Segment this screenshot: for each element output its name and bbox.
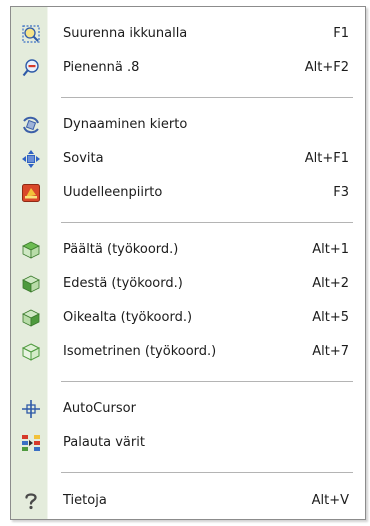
menu-item-shortcut: Alt+7 [312, 343, 349, 359]
help-icon [21, 491, 41, 511]
menu-item-shortcut: Alt+1 [312, 241, 349, 257]
menu-item-dynamic-rotate[interactable]: Dynaaminen kierto [11, 107, 365, 141]
menu-item-fit[interactable]: Sovita Alt+F1 [11, 141, 365, 175]
menu-item-label: Oikealta (työkoord.) [63, 309, 193, 325]
menu-item-redraw[interactable]: Uudelleenpiirto F3 [11, 175, 365, 209]
menu-item-label: AutoCursor [63, 400, 136, 416]
menu-item-label: Sovita [63, 150, 104, 166]
menu-item-label: Dynaaminen kierto [63, 116, 188, 132]
menu-separator [61, 97, 353, 98]
menu-item-view-isometric[interactable]: Isometrinen (työkoord.) Alt+7 [11, 334, 365, 368]
menu-item-label: Edestä (työkoord.) [63, 275, 183, 291]
zoom-out-icon [21, 58, 41, 78]
menu-item-zoom-window[interactable]: Suurenna ikkunalla F1 [11, 16, 365, 50]
menu-item-label: Pienennä .8 [63, 59, 140, 75]
menu-item-zoom-out[interactable]: Pienennä .8 Alt+F2 [11, 50, 365, 84]
menu-item-view-right[interactable]: Oikealta (työkoord.) Alt+5 [11, 300, 365, 334]
view-isometric-icon [21, 342, 41, 362]
menu-item-view-top[interactable]: Päältä (työkoord.) Alt+1 [11, 232, 365, 266]
view-top-icon [21, 240, 41, 260]
redraw-icon [21, 183, 41, 203]
menu-item-shortcut: Alt+2 [312, 275, 349, 291]
dynamic-rotate-icon [21, 115, 41, 135]
menu-item-shortcut: F3 [333, 184, 349, 200]
menu-item-shortcut: Alt+V [311, 492, 349, 508]
menu-item-restore-colors[interactable]: Palauta värit [11, 425, 365, 459]
menu-item-label: Isometrinen (työkoord.) [63, 343, 217, 359]
view-right-icon [21, 308, 41, 328]
menu-item-label: Uudelleenpiirto [63, 184, 163, 200]
menu-separator [61, 222, 353, 223]
menu-separator [61, 472, 353, 473]
menu-item-autocursor[interactable]: AutoCursor [11, 391, 365, 425]
menu-item-shortcut: Alt+F1 [304, 150, 349, 166]
view-front-icon [21, 274, 41, 294]
menu-item-shortcut: F1 [333, 25, 349, 41]
view-context-menu: Suurenna ikkunalla F1 Pienennä .8 Alt+F2… [10, 6, 366, 520]
autocursor-icon [21, 399, 41, 419]
menu-item-label: Suurenna ikkunalla [63, 25, 188, 41]
menu-item-label: Päältä (työkoord.) [63, 241, 179, 257]
zoom-window-icon [21, 24, 41, 44]
restore-colors-icon [21, 433, 41, 453]
menu-item-view-front[interactable]: Edestä (työkoord.) Alt+2 [11, 266, 365, 300]
menu-item-about[interactable]: Tietoja Alt+V [11, 483, 365, 517]
menu-item-label: Palauta värit [63, 434, 145, 450]
menu-item-shortcut: Alt+F2 [304, 59, 349, 75]
menu-item-label: Tietoja [63, 492, 107, 508]
fit-icon [21, 149, 41, 169]
menu-separator [61, 381, 353, 382]
menu-item-shortcut: Alt+5 [312, 309, 349, 325]
